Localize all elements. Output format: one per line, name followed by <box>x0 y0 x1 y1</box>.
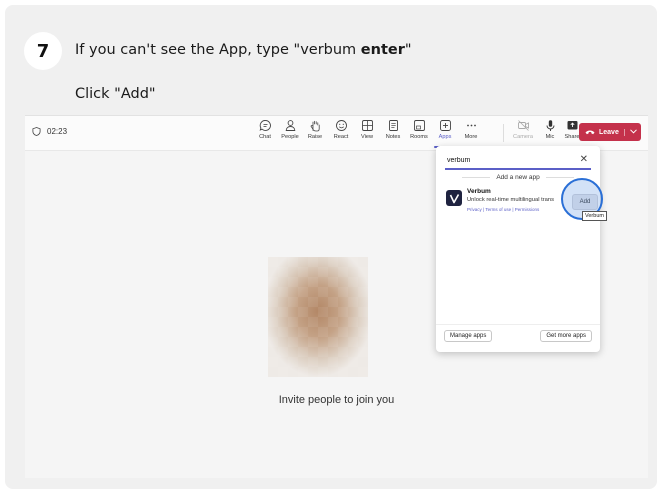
section-header-text: Add a new app <box>496 174 540 181</box>
raise-hand-icon <box>309 119 322 132</box>
toolbar-view-label: View <box>360 134 374 140</box>
leave-label: Leave <box>599 128 619 136</box>
app-tooltip: Verbum <box>582 211 607 221</box>
apps-panel-footer: Manage apps Get more apps <box>444 330 592 342</box>
chat-icon <box>259 119 272 132</box>
toolbar-camera[interactable]: Camera <box>510 119 536 140</box>
toolbar-notes-label: Notes <box>385 134 401 140</box>
app-search-box[interactable]: ✕ <box>445 152 591 170</box>
header-rule-left <box>462 177 491 178</box>
toolbar-mic-label: Mic <box>545 134 555 140</box>
view-icon <box>361 119 374 132</box>
instruction-line-1-suffix: " <box>404 42 412 58</box>
toolbar-raise[interactable]: Raise <box>302 119 328 140</box>
instruction-card: 7 If you can't see the App, type "verbum… <box>5 5 657 489</box>
toolbar-rooms[interactable]: Rooms <box>406 119 432 140</box>
toolbar-divider <box>503 124 504 142</box>
close-icon[interactable]: ✕ <box>580 154 588 165</box>
chevron-down-icon[interactable] <box>624 128 637 136</box>
invite-text: Invite people to join you <box>278 394 395 406</box>
leave-button[interactable]: Leave <box>579 123 641 141</box>
mic-icon <box>544 119 557 132</box>
meeting-timer: 02:23 <box>32 127 67 136</box>
share-icon <box>566 119 579 132</box>
toolbar-share-label: Share <box>564 134 580 140</box>
app-links[interactable]: Privacy | Terms of use | Permissions <box>467 207 539 212</box>
toolbar-chat[interactable]: Chat <box>252 119 278 140</box>
instruction-line-2: Click "Add" <box>75 86 156 102</box>
apps-panel: ✕ Add a new app Verbum Unlock real-time … <box>436 146 600 352</box>
toolbar-chat-label: Chat <box>259 134 271 140</box>
rooms-icon <box>413 119 426 132</box>
manage-apps-button[interactable]: Manage apps <box>444 330 493 342</box>
apps-icon <box>439 119 452 132</box>
instruction-line-1-bold: enter <box>360 42 405 58</box>
toolbar-camera-label: Camera <box>513 134 533 140</box>
toolbar-rooms-label: Rooms <box>410 134 428 140</box>
verbum-logo-icon <box>446 190 462 206</box>
toolbar-react[interactable]: React <box>328 119 354 140</box>
toolbar-notes[interactable]: Notes <box>380 119 406 140</box>
react-icon <box>335 119 348 132</box>
participant-avatar-pixelated <box>268 257 368 377</box>
more-icon <box>465 119 478 132</box>
people-icon <box>284 119 297 132</box>
toolbar-more-label: More <box>464 134 478 140</box>
notes-icon <box>387 119 400 132</box>
meeting-screenshot: 02:23 Chat People Raise React View Notes… <box>25 115 648 478</box>
toolbar-more[interactable]: More <box>458 119 484 140</box>
app-name: Verbum <box>467 188 491 195</box>
toolbar-raise-label: Raise <box>307 134 323 140</box>
toolbar-people[interactable]: People <box>277 119 303 140</box>
get-more-apps-button[interactable]: Get more apps <box>540 330 592 342</box>
toolbar-apps-label: Apps <box>438 134 452 140</box>
header-rule-right <box>545 177 574 178</box>
phone-hangup-icon <box>585 130 595 135</box>
timer-text: 02:23 <box>47 127 68 136</box>
toolbar-apps[interactable]: Apps <box>432 119 458 148</box>
instruction-line-1-prefix: If you can't see the App, type "verbum <box>75 42 361 58</box>
app-search-input[interactable] <box>447 153 567 167</box>
app-description: Unlock real-time multilingual trans <box>467 197 554 203</box>
toolbar-react-label: React <box>333 134 349 140</box>
step-number: 7 <box>24 32 62 70</box>
camera-icon <box>517 119 530 132</box>
instruction-line-1: If you can't see the App, type "verbum e… <box>75 42 412 58</box>
shield-icon <box>32 127 41 136</box>
panel-divider <box>436 324 600 325</box>
toolbar-people-label: People <box>281 134 299 140</box>
toolbar-view[interactable]: View <box>354 119 380 140</box>
